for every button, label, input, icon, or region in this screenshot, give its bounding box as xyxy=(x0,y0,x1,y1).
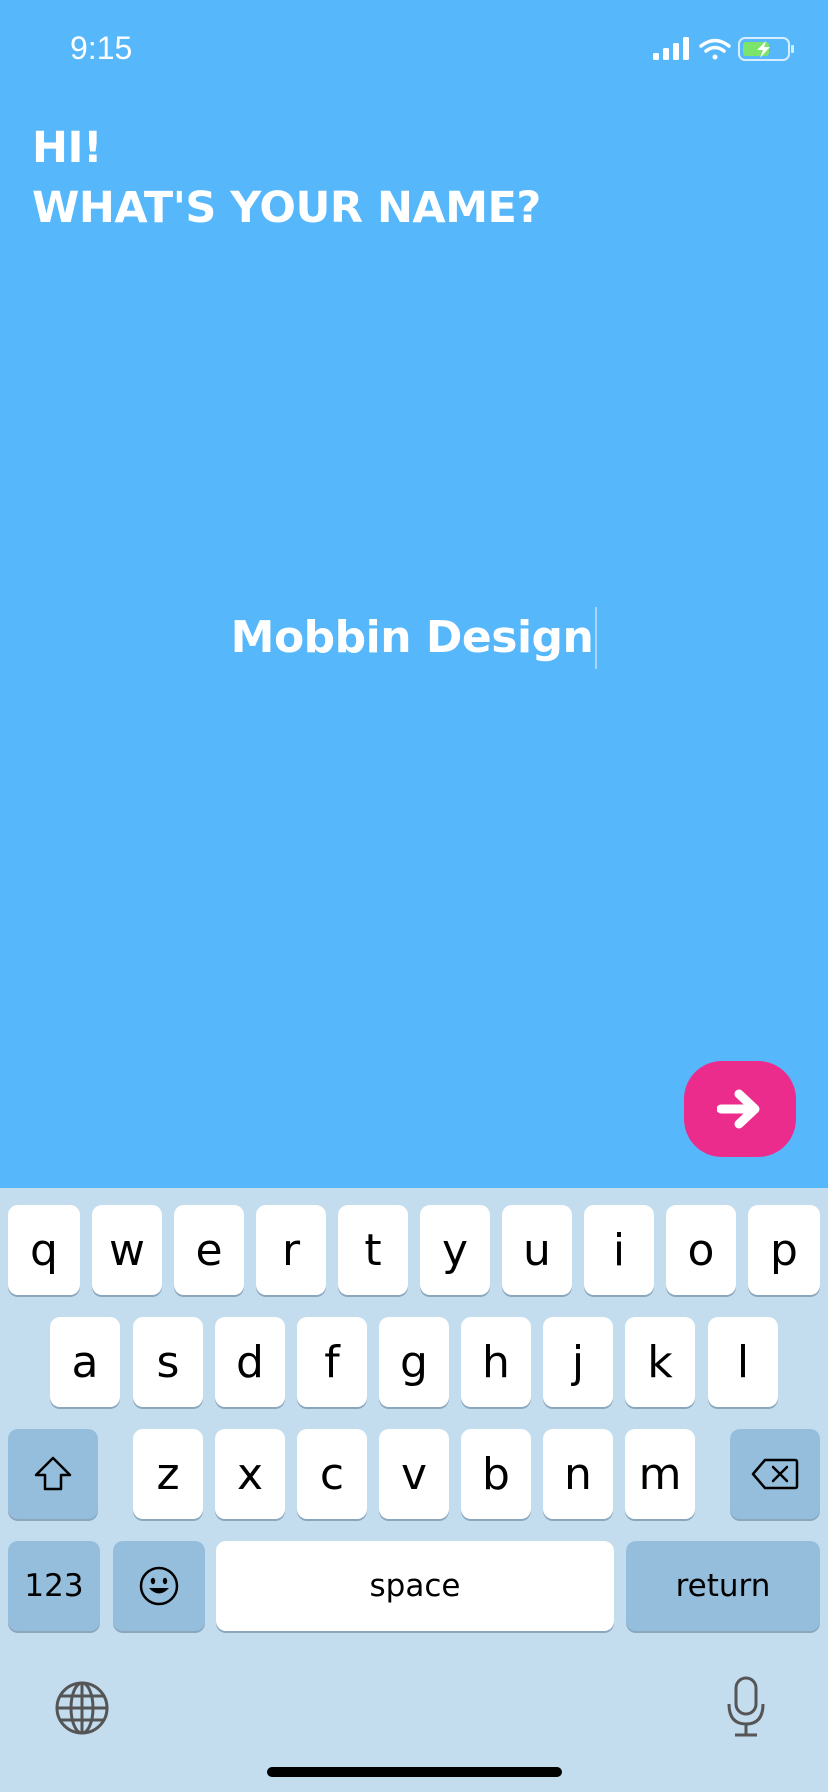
onboarding-screen: 9:15 HI! WHAT'S YOUR NAME? Mobbin Design… xyxy=(0,0,828,1792)
key-l[interactable]: l xyxy=(708,1317,778,1407)
wifi-icon xyxy=(699,38,731,60)
return-key[interactable]: return xyxy=(626,1541,820,1631)
signal-icon xyxy=(653,37,689,60)
key-f[interactable]: f xyxy=(297,1317,367,1407)
key-u[interactable]: u xyxy=(502,1205,572,1295)
key-y[interactable]: y xyxy=(420,1205,490,1295)
space-key[interactable]: space xyxy=(216,1541,614,1631)
key-z[interactable]: z xyxy=(133,1429,203,1519)
shift-key[interactable] xyxy=(8,1429,98,1519)
key-x[interactable]: x xyxy=(215,1429,285,1519)
key-k[interactable]: k xyxy=(625,1317,695,1407)
key-t[interactable]: t xyxy=(338,1205,408,1295)
key-v[interactable]: v xyxy=(379,1429,449,1519)
key-c[interactable]: c xyxy=(297,1429,367,1519)
page-title: HI! WHAT'S YOUR NAME? xyxy=(32,118,541,238)
key-r[interactable]: r xyxy=(256,1205,326,1295)
key-p[interactable]: p xyxy=(748,1205,820,1295)
emoji-key[interactable] xyxy=(113,1541,205,1631)
key-w[interactable]: w xyxy=(92,1205,162,1295)
shift-icon xyxy=(34,1456,72,1491)
numbers-key[interactable]: 123 xyxy=(8,1541,100,1631)
dictation-button[interactable] xyxy=(726,1676,766,1738)
title-line-2: WHAT'S YOUR NAME? xyxy=(32,183,541,233)
key-h[interactable]: h xyxy=(461,1317,531,1407)
globe-button[interactable] xyxy=(54,1680,110,1736)
globe-icon xyxy=(55,1681,109,1735)
delete-key[interactable] xyxy=(730,1429,820,1519)
key-i[interactable]: i xyxy=(584,1205,654,1295)
name-input[interactable]: Mobbin Design xyxy=(0,604,828,672)
title-line-1: HI! xyxy=(32,123,103,173)
key-b[interactable]: b xyxy=(461,1429,531,1519)
emoji-icon xyxy=(139,1566,179,1606)
key-n[interactable]: n xyxy=(543,1429,613,1519)
status-time: 9:15 xyxy=(70,30,133,66)
backspace-icon xyxy=(751,1458,799,1490)
arrow-right-icon xyxy=(717,1089,760,1129)
home-indicator xyxy=(267,1767,562,1777)
key-s[interactable]: s xyxy=(133,1317,203,1407)
key-o[interactable]: o xyxy=(666,1205,736,1295)
key-q[interactable]: q xyxy=(8,1205,80,1295)
key-g[interactable]: g xyxy=(379,1317,449,1407)
text-caret xyxy=(595,607,598,669)
key-d[interactable]: d xyxy=(215,1317,285,1407)
battery-icon xyxy=(738,37,794,61)
microphone-icon xyxy=(727,1676,765,1737)
name-input-value: Mobbin Design xyxy=(230,612,594,663)
key-m[interactable]: m xyxy=(625,1429,695,1519)
next-button[interactable] xyxy=(684,1061,796,1157)
key-e[interactable]: e xyxy=(174,1205,244,1295)
key-a[interactable]: a xyxy=(50,1317,120,1407)
system-keyboard: q w e r t y u i o p a s d f g h j k l z … xyxy=(0,1188,828,1792)
status-icons xyxy=(653,36,798,64)
key-j[interactable]: j xyxy=(543,1317,613,1407)
